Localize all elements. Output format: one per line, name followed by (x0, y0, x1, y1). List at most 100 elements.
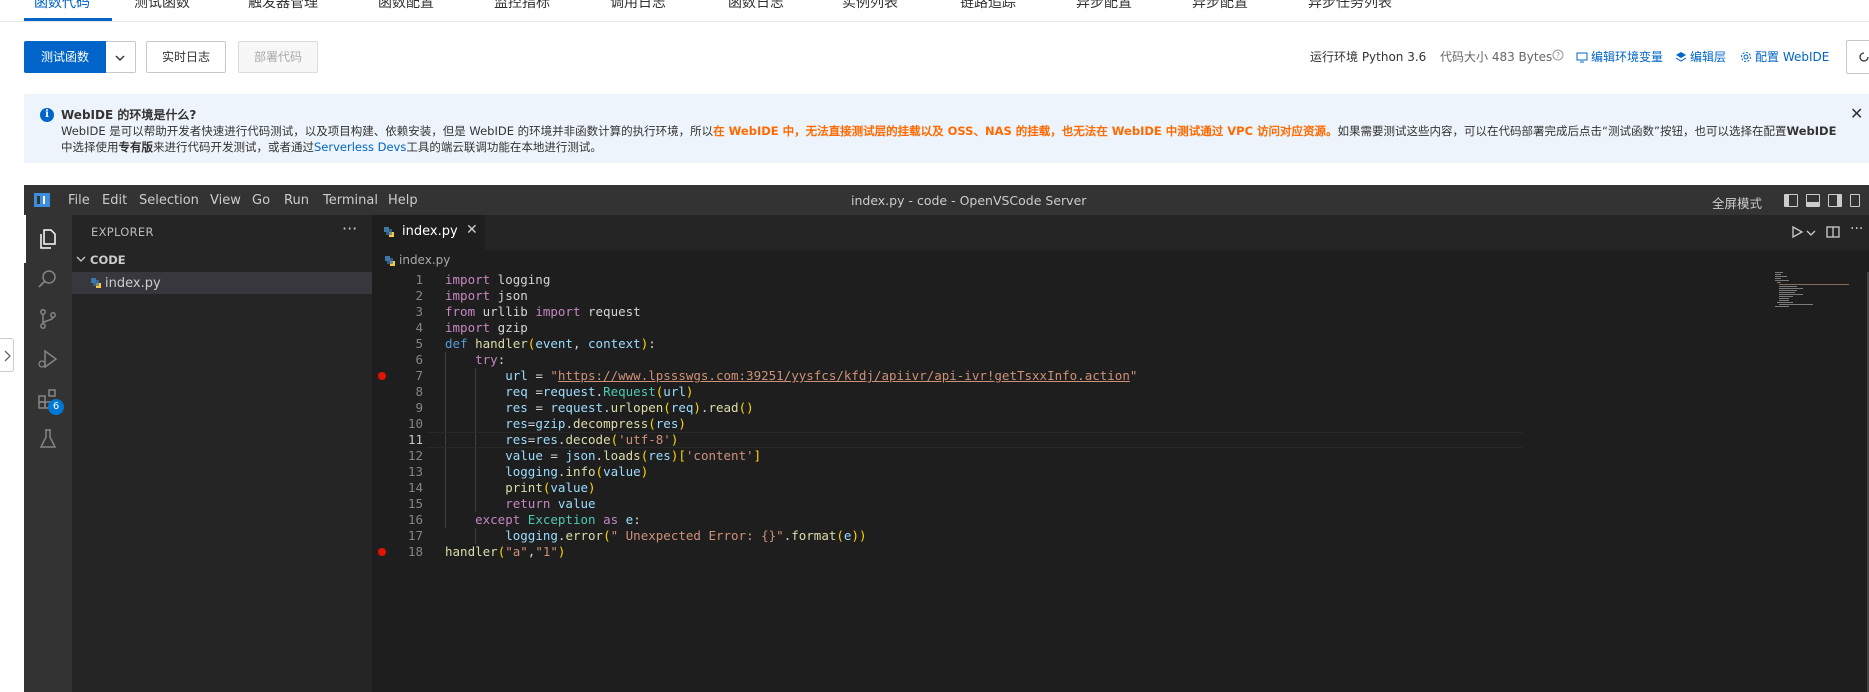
help-icon[interactable]: ? (1552, 49, 1564, 61)
testing-flask-icon[interactable] (36, 427, 60, 451)
menu-run[interactable]: Run (284, 193, 309, 208)
function-tabs: 函数代码 测试函数 触发器管理 函数配置 监控指标 调用日志 函数日志 实例列表… (0, 0, 1869, 22)
tab-async-tasks[interactable]: 异步任务列表 (1308, 0, 1392, 12)
run-file-icon[interactable] (1790, 225, 1804, 239)
banner-line-1: WebIDE 是可以帮助开发者快速进行代码测试，以及项目构建、依赖安装，但是 W… (61, 123, 1836, 139)
line-number: 1 (415, 272, 423, 287)
config-webide-link[interactable]: 配置 WebIDE (1740, 48, 1829, 65)
tab-instances[interactable]: 实例列表 (842, 0, 898, 12)
line-number: 11 (407, 432, 423, 447)
folder-header[interactable]: CODE (76, 253, 126, 267)
menu-edit[interactable]: Edit (102, 193, 127, 208)
line-number: 6 (415, 352, 423, 367)
code-line: 17 logging.error(" Unexpected Error: {}"… (372, 528, 1772, 544)
line-number: 12 (407, 448, 423, 463)
line-number: 10 (407, 416, 423, 431)
search-icon[interactable] (36, 267, 60, 291)
editor-tab-index-py[interactable]: index.py ✕ (372, 215, 485, 250)
explorer-title: EXPLORER (91, 225, 154, 239)
active-view-indicator (24, 215, 26, 263)
tab-trigger-management[interactable]: 触发器管理 (248, 0, 318, 12)
env-vars-icon (1576, 52, 1588, 63)
file-item-index-py[interactable]: index.py (72, 272, 372, 294)
tab-async-config-2[interactable]: 异步配置 (1192, 0, 1248, 12)
code-size-label: 代码大小 483 Bytes (1440, 50, 1553, 64)
line-number: 7 (415, 368, 423, 383)
tab-test-function[interactable]: 测试函数 (134, 0, 190, 12)
customize-layout-icon[interactable] (1850, 194, 1860, 207)
code-text: print(value) (505, 480, 596, 495)
code-text: import json (445, 288, 528, 303)
toggle-panel-icon[interactable] (1806, 194, 1820, 207)
edit-layer-link[interactable]: 编辑层 (1675, 48, 1726, 65)
menu-help[interactable]: Help (388, 193, 418, 208)
run-debug-icon[interactable] (36, 347, 60, 371)
more-actions-icon[interactable]: ··· (1850, 221, 1863, 237)
line-number: 5 (415, 336, 423, 351)
code-line: 5 def handler(event, context): (372, 336, 1772, 352)
line-number: 16 (407, 512, 423, 527)
code-text: def handler(event, context): (445, 336, 656, 351)
edit-layer-label: 编辑层 (1690, 50, 1727, 64)
line-number: 13 (407, 464, 423, 479)
python-file-icon (385, 256, 395, 266)
menu-go[interactable]: Go (252, 193, 270, 208)
tab-monitoring[interactable]: 监控指标 (494, 0, 550, 12)
serverless-devs-link[interactable]: Serverless Devs (314, 140, 406, 154)
webide-editor: File Edit Selection View Go Run Terminal… (24, 185, 1869, 692)
deploy-code-button[interactable]: 部署代码 (238, 41, 318, 73)
realtime-log-button[interactable]: 实时日志 (146, 41, 226, 73)
menu-file[interactable]: File (68, 193, 90, 208)
line-number: 8 (415, 384, 423, 399)
code-line: 10 res=gzip.decompress(res) (372, 416, 1772, 432)
code-line: 16 except Exception as e: (372, 512, 1772, 528)
code-text: res=res.decode('utf-8') (505, 432, 679, 447)
banner-title: WebIDE 的环境是什么? (61, 108, 197, 122)
explorer-more-button[interactable]: ··· (342, 219, 357, 238)
breadcrumb-file[interactable]: index.py (399, 253, 450, 267)
test-function-dropdown[interactable] (106, 41, 136, 73)
toggle-sidebar-icon[interactable] (1784, 194, 1798, 207)
function-console: 函数代码 测试函数 触发器管理 函数配置 监控指标 调用日志 函数日志 实例列表… (0, 0, 1869, 692)
chevron-down-icon[interactable] (1806, 229, 1816, 237)
refresh-icon (1859, 52, 1869, 62)
window-title: index.py - code - OpenVSCode Server (851, 193, 1087, 208)
menu-terminal[interactable]: Terminal (323, 193, 378, 208)
tab-async-config-1[interactable]: 异步配置 (1076, 0, 1132, 12)
code-line: 15 return value (372, 496, 1772, 512)
tab-tracing[interactable]: 链路追踪 (960, 0, 1016, 12)
explorer-icon[interactable] (36, 227, 60, 251)
banner-text: 如果需要测试这些内容，可以在代码部署完成后点击“测试函数”按钮，也可以选择在配置 (1337, 124, 1787, 138)
tab-invocation-logs[interactable]: 调用日志 (610, 0, 666, 12)
toggle-secondary-sidebar-icon[interactable] (1828, 194, 1842, 207)
tab-function-logs[interactable]: 函数日志 (728, 0, 784, 12)
refresh-button[interactable] (1846, 40, 1869, 74)
config-webide-label: 配置 WebIDE (1755, 50, 1830, 64)
code-text: res=gzip.decompress(res) (505, 416, 686, 431)
code-text: req =request.Request(url) (505, 384, 694, 399)
edit-env-vars-link[interactable]: 编辑环境变量 (1576, 48, 1663, 65)
test-function-button[interactable]: 测试函数 (24, 41, 106, 73)
menu-view[interactable]: View (210, 193, 241, 208)
source-control-icon[interactable] (36, 307, 60, 331)
edit-env-vars-label: 编辑环境变量 (1591, 50, 1664, 64)
line-number: 9 (415, 400, 423, 415)
webide-info-banner: i WebIDE 的环境是什么? WebIDE 是可以帮助开发者快速进行代码测试… (24, 94, 1869, 163)
split-editor-icon[interactable] (1826, 225, 1840, 239)
gear-icon (1741, 52, 1751, 62)
chevron-right-icon (4, 350, 11, 362)
close-tab-icon[interactable]: ✕ (466, 222, 478, 238)
activity-bar: 6 (24, 215, 72, 692)
fullscreen-button[interactable]: 全屏模式 (1712, 193, 1762, 212)
editor-tab-name: index.py (402, 224, 458, 239)
close-icon[interactable]: ✕ (1850, 104, 1863, 123)
minimap[interactable] (1775, 272, 1855, 312)
chevron-down-icon (76, 256, 86, 262)
code-text: except Exception as e: (475, 512, 641, 527)
code-text: handler("a","1") (445, 544, 566, 559)
tab-function-config[interactable]: 函数配置 (378, 0, 434, 12)
code-line: 18 handler("a","1") (372, 544, 1772, 560)
menu-selection[interactable]: Selection (139, 193, 199, 208)
tab-function-code[interactable]: 函数代码 (34, 0, 90, 12)
expand-sidebar-handle[interactable] (0, 338, 14, 372)
